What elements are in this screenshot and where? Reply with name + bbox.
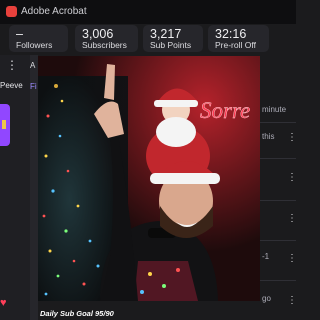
app-icon	[6, 6, 17, 17]
more-options-icon[interactable]: ⋮	[287, 214, 297, 224]
stat-label: Pre-roll Off	[215, 40, 256, 50]
stat-followers[interactable]: – Followers	[9, 25, 68, 52]
stat-value: 3,217	[150, 27, 182, 41]
stat-sub-points[interactable]: 3,217 Sub Points	[143, 25, 203, 52]
stat-value: 3,006	[82, 27, 114, 41]
heart-icon: ♥	[0, 297, 7, 309]
middle-panel	[30, 55, 38, 320]
title-bar: Adobe Acrobat	[0, 0, 296, 24]
more-options-icon[interactable]: ⋮	[287, 173, 297, 183]
more-options-icon[interactable]: ⋮	[6, 59, 18, 71]
activity-text: go	[262, 294, 271, 303]
divider	[258, 280, 296, 281]
stat-value: 32:16	[215, 27, 247, 41]
stat-label: Followers	[16, 40, 53, 50]
left-panel	[0, 55, 31, 320]
window-title: Adobe Acrobat	[21, 6, 87, 17]
more-options-icon[interactable]: ⋮	[287, 133, 297, 143]
bits-icon	[2, 120, 6, 129]
divider	[258, 240, 296, 241]
more-options-icon[interactable]: ⋮	[287, 254, 297, 264]
middle-panel-header: A	[30, 61, 36, 70]
stat-subscribers[interactable]: 3,006 Subscribers	[75, 25, 138, 52]
activity-text: this	[262, 132, 275, 141]
middle-panel-tab[interactable]: Fi	[30, 82, 37, 91]
webcam-video[interactable]: Sorre	[38, 56, 260, 301]
bits-card[interactable]	[0, 104, 10, 146]
divider	[258, 200, 296, 201]
divider	[258, 122, 296, 123]
webcam-scene: Sorre	[38, 56, 260, 301]
activity-text: minute	[262, 105, 287, 114]
stat-value: –	[16, 27, 23, 41]
left-panel-label: Peeve	[0, 81, 23, 90]
stat-label: Subscribers	[82, 40, 127, 50]
more-options-icon[interactable]: ⋮	[287, 296, 297, 306]
neon-sign: Sorre	[200, 98, 250, 123]
divider	[258, 158, 296, 159]
stat-preroll[interactable]: 32:16 Pre-roll Off	[208, 25, 269, 52]
daily-sub-goal: Daily Sub Goal 95/90	[40, 309, 114, 318]
stat-label: Sub Points	[150, 40, 192, 50]
activity-text: -1	[262, 252, 270, 261]
